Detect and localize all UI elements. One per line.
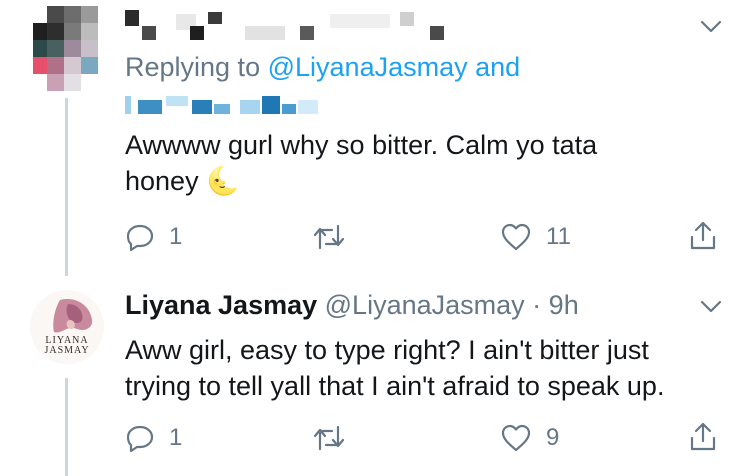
avatar-logo-text: LIYANA JASMAY — [30, 336, 104, 356]
chevron-down-icon[interactable] — [700, 20, 722, 34]
tweet-1-text-line1: Awwww gurl why so bitter. Calm yo tata — [125, 130, 598, 160]
like-button[interactable]: 11 — [500, 222, 571, 252]
reply-button[interactable]: 1 — [125, 222, 182, 252]
retweet-button[interactable] — [312, 423, 346, 453]
replying-prefix: Replying to — [125, 52, 261, 82]
replying-to: Replying to @LiyanaJasmay and — [125, 52, 520, 83]
share-button[interactable] — [688, 421, 718, 453]
thread-line-top — [65, 98, 68, 276]
separator-dot: · — [532, 290, 542, 320]
like-count: 11 — [546, 223, 571, 250]
reply-icon — [126, 224, 154, 252]
like-count: 9 — [546, 424, 560, 451]
share-icon — [690, 422, 716, 451]
replying-suffix: and — [475, 52, 521, 82]
reply-count: 1 — [169, 424, 183, 451]
retweet-icon — [313, 224, 345, 250]
avatar-logo-line2: JASMAY — [44, 345, 90, 356]
chevron-down-icon[interactable] — [700, 300, 722, 314]
mention-link[interactable]: @LiyanaJasmay — [268, 52, 468, 82]
tweet-2-header: Liyana Jasmay @LiyanaJasmay · 9h — [125, 290, 579, 321]
avatar-liyana-jasmay[interactable]: LIYANA JASMAY — [30, 290, 104, 364]
moon-emoji: 🌜 — [206, 166, 240, 196]
display-name[interactable]: Liyana Jasmay — [125, 290, 317, 320]
tweet-2-text: Aww girl, easy to type right? I ain't bi… — [125, 332, 664, 404]
handle[interactable]: @LiyanaJasmay — [325, 290, 525, 320]
like-button[interactable]: 9 — [500, 423, 559, 453]
reply-icon — [126, 425, 154, 453]
retweet-button[interactable] — [312, 222, 346, 252]
tweet-1-text-line2: honey 🌜 — [125, 163, 597, 199]
share-icon — [690, 221, 716, 250]
like-icon — [501, 223, 531, 251]
tweet-1-text-line2-words: honey — [125, 166, 199, 196]
reply-count: 1 — [169, 223, 183, 250]
thread-line-bottom — [65, 378, 68, 476]
tweet-2-text-line2: trying to tell yall that I ain't afraid … — [125, 371, 665, 401]
share-button[interactable] — [688, 220, 718, 252]
retweet-icon — [313, 425, 345, 451]
like-icon — [501, 424, 531, 452]
tweet-2-text-line1: Aww girl, easy to type right? I ain't bi… — [125, 335, 649, 365]
tweet-1-text: Awwww gurl why so bitter. Calm yo tata h… — [125, 127, 597, 199]
avatar-pixelated[interactable] — [33, 6, 99, 91]
reply-button[interactable]: 1 — [125, 423, 182, 453]
timestamp[interactable]: 9h — [549, 290, 579, 320]
